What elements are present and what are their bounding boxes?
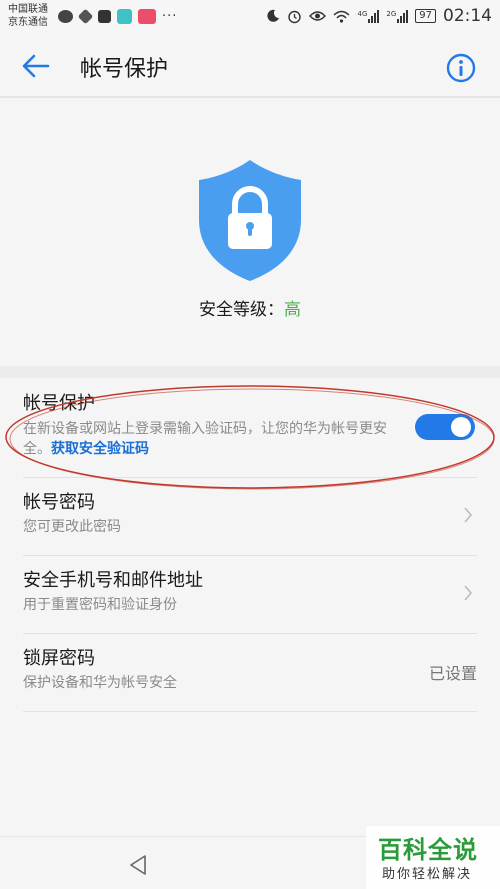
watermark-main: 百科全说	[378, 836, 478, 864]
app-pink-icon	[138, 9, 156, 24]
phone-email-subtitle: 用于重置密码和验证身份	[23, 597, 177, 613]
security-level-label: 安全等级：	[199, 300, 284, 320]
lock-screen-subtitle: 保护设备和华为帐号安全	[23, 675, 177, 691]
wifi-icon	[333, 10, 350, 23]
watermark-logo: 百科全说 助你轻松解决	[366, 826, 500, 889]
section-divider	[0, 366, 500, 378]
alarm-icon	[288, 10, 302, 23]
account-password-subtitle: 您可更改此密码	[23, 519, 121, 535]
toggle-knob	[451, 417, 471, 437]
app-hexagon-icon	[77, 8, 94, 25]
list-item-lock-screen-password[interactable]: 锁屏密码 保护设备和华为帐号安全 已设置	[23, 634, 477, 712]
notification-icons: ···	[58, 8, 178, 25]
carrier-line-2: 京东通信	[8, 17, 48, 28]
app-teal-icon	[117, 9, 132, 24]
account-protection-title: 帐号保护	[23, 393, 95, 414]
page-title: 帐号保护	[80, 57, 169, 82]
more-notifications-icon: ···	[162, 9, 178, 24]
lock-screen-title: 锁屏密码	[23, 648, 95, 669]
info-icon[interactable]	[446, 53, 476, 83]
carrier-line-1: 中国联通	[8, 4, 48, 15]
list-item-account-protection: 帐号保护 在新设备或网站上登录需输入验证码，让您的华为帐号更安全。获取安全验证码	[23, 378, 477, 478]
security-level-value: 高	[284, 300, 301, 320]
nav-back-triangle-icon[interactable]	[128, 854, 148, 876]
get-security-code-link[interactable]: 获取安全验证码	[51, 441, 149, 457]
account-protection-toggle[interactable]	[415, 414, 475, 440]
lock-screen-status: 已设置	[428, 664, 477, 683]
security-level: 安全等级：高	[0, 295, 500, 320]
list-item-account-password[interactable]: 帐号密码 您可更改此密码	[23, 478, 477, 556]
settings-list: 帐号保护 在新设备或网站上登录需输入验证码，让您的华为帐号更安全。获取安全验证码…	[0, 378, 500, 712]
chat-bubble-icon	[58, 10, 73, 23]
phone-email-title: 安全手机号和邮件地址	[23, 570, 203, 591]
app-square-icon	[98, 10, 111, 23]
carrier-info: 中国联通 京东通信	[8, 3, 48, 29]
net-type-a: 4G	[357, 9, 368, 18]
account-protection-desc: 在新设备或网站上登录需输入验证码，让您的华为帐号更安全。获取安全验证码	[23, 419, 388, 459]
security-overview: 安全等级：高	[0, 100, 500, 366]
moon-icon	[267, 9, 280, 22]
status-bar: 中国联通 京东通信 ··· 4G 2G 97 02:14	[0, 0, 500, 34]
signal-4g-icon: 4G	[357, 9, 380, 23]
chevron-right-icon	[464, 507, 473, 523]
app-header: 帐号保护	[0, 34, 500, 98]
chevron-right-icon	[464, 585, 473, 601]
net-type-b: 2G	[386, 9, 397, 18]
account-password-title: 帐号密码	[23, 492, 95, 513]
clock: 02:14	[443, 6, 492, 26]
shield-lock-icon	[199, 160, 301, 281]
list-item-phone-email[interactable]: 安全手机号和邮件地址 用于重置密码和验证身份	[23, 556, 477, 634]
signal-2g-icon: 2G	[386, 9, 409, 23]
system-icons: 4G 2G 97 02:14	[266, 6, 492, 26]
back-arrow-icon[interactable]	[18, 50, 54, 82]
eye-icon	[309, 11, 327, 21]
watermark-sub: 助你轻松解决	[382, 867, 473, 882]
battery-indicator: 97	[415, 9, 436, 23]
